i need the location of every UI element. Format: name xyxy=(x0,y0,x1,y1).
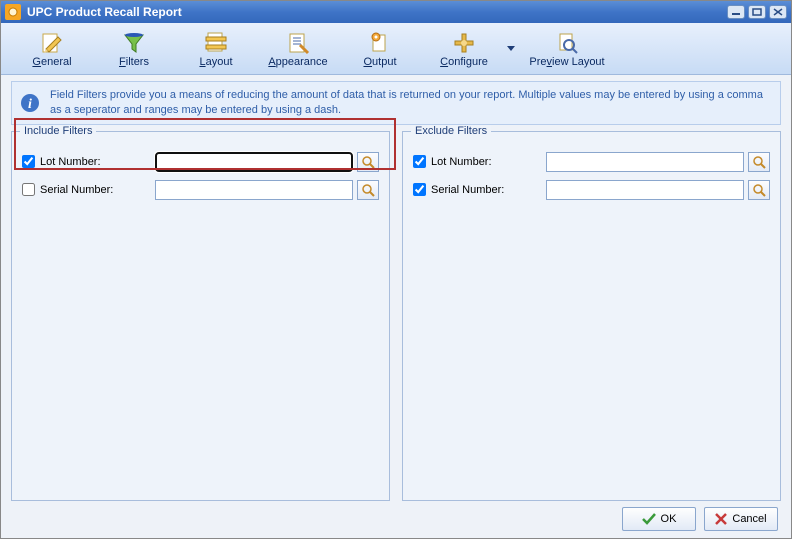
maximize-button[interactable] xyxy=(748,5,766,19)
check-icon xyxy=(642,513,656,525)
toolbar-filters[interactable]: Filters xyxy=(93,25,175,73)
toolbar-configure[interactable]: Configure xyxy=(421,25,517,73)
cancel-label: Cancel xyxy=(732,513,766,525)
close-button[interactable] xyxy=(769,5,787,19)
exclude-lot-row: Lot Number: xyxy=(413,150,770,174)
chevron-down-icon xyxy=(507,43,515,55)
svg-text:i: i xyxy=(28,97,32,112)
exclude-legend: Exclude Filters xyxy=(411,125,491,137)
exclude-lot-label: Lot Number: xyxy=(431,156,546,168)
exclude-lot-input[interactable] xyxy=(546,152,744,172)
magnifier-icon xyxy=(361,155,375,169)
exclude-serial-label: Serial Number: xyxy=(431,184,546,196)
include-serial-lookup-button[interactable] xyxy=(357,180,379,200)
funnel-icon xyxy=(122,30,146,56)
cancel-button[interactable]: Cancel xyxy=(704,507,778,531)
appearance-icon xyxy=(286,30,310,56)
include-lot-checkbox[interactable] xyxy=(22,155,35,168)
include-serial-input[interactable] xyxy=(155,180,353,200)
output-icon xyxy=(368,30,392,56)
configure-icon xyxy=(452,30,476,56)
include-lot-input[interactable] xyxy=(155,152,353,172)
minimize-button[interactable] xyxy=(727,5,745,19)
toolbar-preview-layout[interactable]: Preview Layout xyxy=(517,25,617,73)
info-text: Field Filters provide you a means of red… xyxy=(50,88,772,118)
info-icon: i xyxy=(20,93,40,113)
include-serial-row: Serial Number: xyxy=(22,178,379,202)
ok-button[interactable]: OK xyxy=(622,507,696,531)
exclude-filters-group: Exclude Filters Lot Number: Serial Numbe… xyxy=(402,131,781,501)
exclude-serial-input[interactable] xyxy=(546,180,744,200)
magnifier-icon xyxy=(752,155,766,169)
include-lot-label: Lot Number: xyxy=(40,156,155,168)
toolbar-appearance[interactable]: Appearance xyxy=(257,25,339,73)
exclude-lot-checkbox[interactable] xyxy=(413,155,426,168)
x-icon xyxy=(715,513,727,525)
exclude-serial-lookup-button[interactable] xyxy=(748,180,770,200)
main-area: Include Filters Lot Number: Serial Numbe… xyxy=(1,131,791,501)
dialog-buttons: OK Cancel xyxy=(622,507,778,531)
include-legend: Include Filters xyxy=(20,125,96,137)
title-bar: UPC Product Recall Report xyxy=(1,1,791,23)
preview-icon xyxy=(555,30,579,56)
include-serial-checkbox[interactable] xyxy=(22,183,35,196)
info-strip: i Field Filters provide you a means of r… xyxy=(11,81,781,125)
exclude-serial-row: Serial Number: xyxy=(413,178,770,202)
toolbar-general[interactable]: General xyxy=(11,25,93,73)
include-lot-row: Lot Number: xyxy=(22,150,379,174)
magnifier-icon xyxy=(752,183,766,197)
window-title: UPC Product Recall Report xyxy=(27,5,724,19)
magnifier-icon xyxy=(361,183,375,197)
include-serial-label: Serial Number: xyxy=(40,184,155,196)
exclude-serial-checkbox[interactable] xyxy=(413,183,426,196)
include-lot-lookup-button[interactable] xyxy=(357,152,379,172)
layout-icon xyxy=(204,30,228,56)
toolbar: General Filters Layout Appearance Output… xyxy=(1,23,791,75)
toolbar-output[interactable]: Output xyxy=(339,25,421,73)
pencil-icon xyxy=(40,30,64,56)
toolbar-layout[interactable]: Layout xyxy=(175,25,257,73)
exclude-lot-lookup-button[interactable] xyxy=(748,152,770,172)
app-icon xyxy=(5,4,21,20)
include-filters-group: Include Filters Lot Number: Serial Numbe… xyxy=(11,131,390,501)
